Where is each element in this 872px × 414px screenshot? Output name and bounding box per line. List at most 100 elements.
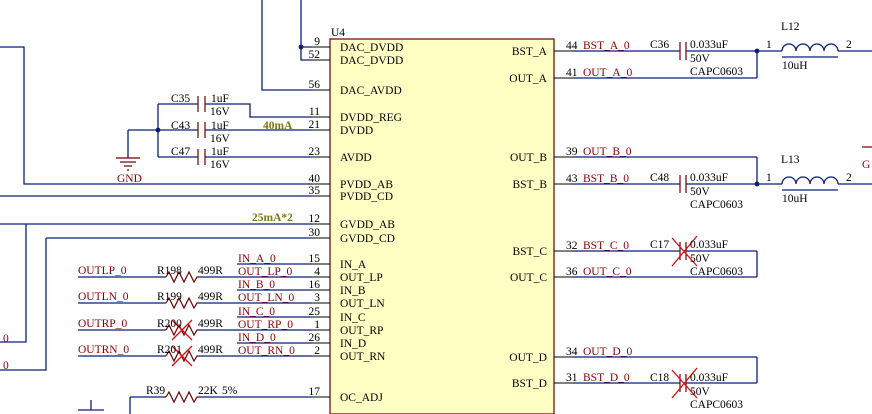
input-val-2: 499R	[198, 318, 223, 330]
left-pin-name: OUT_LN	[340, 298, 385, 310]
l13-pin2: 2	[846, 172, 852, 184]
right-net-label: OUT_C_0	[583, 266, 632, 278]
left-pin-number: 30	[309, 227, 321, 239]
input-val-1: 499R	[198, 291, 223, 303]
right-pin-name: OUT_C	[510, 272, 547, 284]
net-out-lp: OUT_LP_0	[238, 266, 293, 278]
left-pin-name: PVDD_AB	[340, 179, 393, 191]
boot-caps	[671, 42, 698, 399]
edge-label-a: 0	[3, 333, 9, 345]
input-net-2: OUTRP_0	[78, 318, 127, 330]
c35-value: 1uF	[211, 93, 229, 105]
right-pin-name: BST_A	[512, 46, 548, 58]
right-net-label: OUT_B_0	[583, 146, 632, 158]
left-pin-number: 56	[309, 79, 321, 91]
ic-ref-label: U4	[331, 27, 345, 39]
right-pin-number: 31	[566, 372, 578, 384]
right-pin-name: OUT_D	[509, 352, 547, 364]
left-pin-number: 23	[309, 146, 321, 158]
l13-pin1: 1	[766, 172, 772, 184]
c17-value: 0.033uF	[690, 239, 728, 251]
net-out-rp: OUT_RP_0	[238, 319, 293, 331]
left-pin-name: IN_D	[340, 338, 366, 350]
input-ref-3: R201	[157, 344, 182, 356]
dvdd-current-note: 40mA	[263, 120, 293, 132]
c18-value: 0.033uF	[690, 372, 728, 384]
right-pin-number: 32	[566, 240, 578, 252]
left-pin-number: 15	[309, 253, 321, 265]
c48-ref: C48	[650, 172, 669, 184]
left-pin-number: 3	[314, 292, 320, 304]
left-pin-number: 2	[314, 345, 320, 357]
right-net-label: BST_A_0	[583, 40, 630, 52]
c36-package: CAPC0603	[690, 66, 743, 78]
l12-value: 10uH	[782, 60, 808, 72]
left-pin-name: IN_A	[340, 259, 367, 271]
right-pin-number: 43	[566, 173, 578, 185]
left-pin-number: 21	[309, 119, 321, 131]
c47-voltage: 16V	[210, 159, 231, 171]
left-pin-number: 26	[309, 332, 321, 344]
left-pin-number: 12	[309, 213, 321, 225]
right-pin-number: 39	[566, 146, 578, 158]
left-pin-name: GVDD_AB	[340, 219, 395, 231]
l12-pin2: 2	[846, 39, 852, 51]
schematic-canvas: { "chip": { "ref": "U4", "left_pins": [ …	[0, 0, 872, 414]
net-in-b: IN_B_0	[238, 279, 275, 291]
left-pin-number: 4	[314, 266, 320, 278]
r39-tolerance: 5%	[222, 385, 238, 397]
schematic-drawing: U4 GND C35 1uF 16V C43 1uF 16V C47 1uF 1…	[0, 0, 872, 414]
input-net-1: OUTLN_0	[78, 291, 129, 303]
c36-value: 0.033uF	[690, 39, 728, 51]
right-pin-name: BST_D	[512, 378, 547, 390]
c48-package: CAPC0603	[690, 199, 743, 211]
l12-pin1: 1	[766, 39, 772, 51]
left-pin-name: DVDD	[340, 125, 373, 137]
right-pin-number: 44	[566, 40, 578, 52]
left-pin-number: 35	[309, 185, 321, 197]
net-out-ln: OUT_LN_0	[238, 292, 294, 304]
right-pin-name: BST_C	[512, 246, 547, 258]
c36-ref: C36	[650, 39, 669, 51]
left-pin-number: 11	[309, 106, 320, 118]
c47-ref: C47	[171, 146, 190, 158]
left-pin-name: DAC_AVDD	[340, 85, 402, 97]
c18-ref: C18	[650, 372, 669, 384]
c36-voltage: 50V	[690, 53, 711, 65]
input-ref-1: R199	[157, 291, 182, 303]
left-pin-number: 16	[309, 279, 321, 291]
c18-voltage: 50V	[690, 386, 711, 398]
l13-ref: L13	[781, 154, 800, 166]
input-net-0: OUTLP_0	[78, 265, 127, 277]
net-out-rn: OUT_RN_0	[238, 345, 295, 357]
left-pin-name: PVDD_CD	[340, 191, 393, 203]
left-pin-name: IN_C	[340, 312, 366, 324]
r39-ref: R39	[146, 385, 165, 397]
c17-package: CAPC0603	[690, 266, 743, 278]
left-pin-name: OC_ADJ	[340, 392, 383, 404]
left-pin-name: DAC_DVDD	[340, 55, 403, 67]
input-val-3: 499R	[198, 344, 223, 356]
right-output-wiring	[572, 48, 872, 384]
c35-voltage: 16V	[210, 106, 231, 118]
c43-value: 1uF	[211, 120, 229, 132]
c43-ref: C43	[171, 120, 190, 132]
left-pin-number: 17	[309, 386, 321, 398]
edge-label-g: G	[862, 159, 870, 171]
l13-value: 10uH	[782, 193, 808, 205]
gnd-symbol	[116, 157, 140, 171]
c17-voltage: 50V	[690, 253, 711, 265]
c47-value: 1uF	[211, 146, 229, 158]
right-pin-name: OUT_B	[510, 152, 547, 164]
input-net-3: OUTRN_0	[78, 344, 129, 356]
left-pin-name: OUT_RP	[340, 325, 383, 337]
right-pin-number: 36	[566, 266, 578, 278]
left-pin-number: 52	[309, 49, 321, 61]
left-pin-name: OUT_LP	[340, 272, 383, 284]
left-pin-name: OUT_RN	[340, 351, 386, 363]
left-pin-name: IN_B	[340, 285, 366, 297]
c48-value: 0.033uF	[690, 172, 728, 184]
left-pin-number: 9	[314, 36, 320, 48]
input-val-0: 499R	[198, 265, 223, 277]
input-ref-0: R198	[157, 265, 182, 277]
